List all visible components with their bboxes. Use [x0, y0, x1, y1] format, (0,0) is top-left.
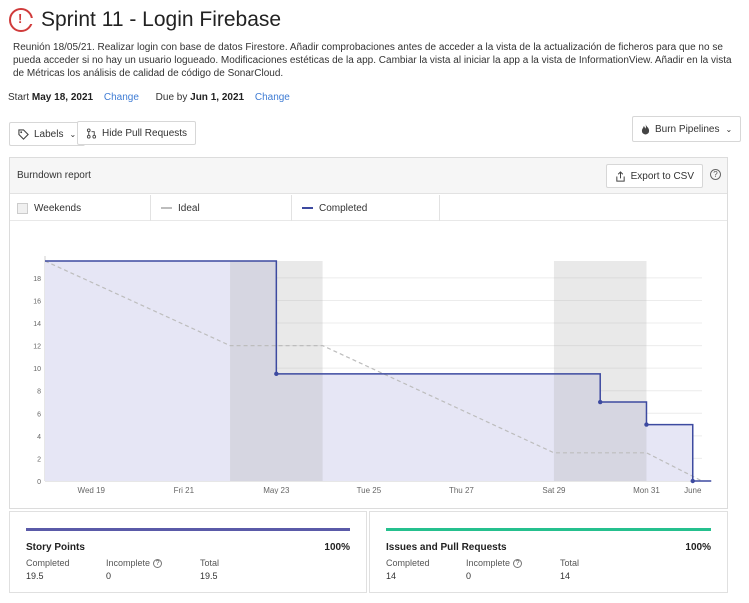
completed-label: Completed	[26, 558, 70, 568]
chevron-down-icon: ⌄	[69, 129, 77, 139]
completed-point	[690, 478, 695, 484]
ideal-swatch	[161, 207, 172, 209]
total-label: Total	[200, 558, 220, 568]
weekend-band	[553, 261, 647, 481]
hide-pull-requests-label: Hide Pull Requests	[102, 127, 188, 139]
burndown-chart: 0 2 4 6 8 10 12 14 16 18 Wed 19 Fri 21 May 23 Tue 25 T…	[33, 256, 712, 494]
completed-point	[598, 399, 603, 405]
start-label: Start	[8, 92, 30, 103]
total-value: 19.5	[200, 571, 218, 581]
y-tick-label: 14	[33, 321, 41, 328]
incomplete-label-wrap: Incomplete?	[106, 558, 163, 568]
issues-progress-bar	[386, 528, 711, 531]
sprint-alert-icon: !	[9, 8, 35, 32]
card-title: Issues and Pull Requests	[386, 542, 507, 553]
sprint-header: ! Sprint 11 - Login Firebase	[9, 8, 281, 32]
total-label: Total	[560, 558, 580, 568]
story-points-progress-bar	[26, 528, 350, 531]
story-points-card: Story Points 100% Completed Incomplete? …	[9, 511, 367, 593]
labels-button-label: Labels	[34, 128, 64, 140]
sprint-description: Reunión 18/05/21. Realizar login con bas…	[13, 42, 732, 79]
legend-ideal[interactable]: Ideal	[151, 195, 292, 221]
legend-ideal-label: Ideal	[178, 202, 200, 214]
x-tick-label: Wed 19	[78, 486, 106, 494]
burn-pipelines-label: Burn Pipelines	[655, 123, 720, 135]
x-tick-label: May 23	[263, 486, 290, 494]
y-tick-label: 0	[37, 479, 41, 486]
completed-point	[644, 422, 649, 427]
completed-point	[274, 371, 279, 377]
card-percent: 100%	[685, 542, 711, 553]
export-icon	[615, 170, 625, 182]
burndown-title: Burndown report	[17, 170, 91, 181]
change-start-link[interactable]: Change	[104, 92, 139, 103]
page-title: Sprint 11 - Login Firebase	[41, 8, 282, 31]
help-icon[interactable]: ?	[153, 559, 163, 568]
legend-completed-label: Completed	[319, 202, 368, 214]
hide-pull-requests-button[interactable]: Hide Pull Requests	[77, 121, 197, 145]
y-tick-label: 10	[33, 366, 41, 373]
incomplete-label: Incomplete	[106, 558, 151, 568]
due-label: Due by	[155, 92, 188, 103]
flame-icon	[641, 123, 650, 134]
change-due-link[interactable]: Change	[255, 92, 290, 103]
completed-swatch	[302, 207, 313, 209]
issues-card: Issues and Pull Requests 100% Completed …	[369, 511, 728, 593]
pull-request-icon	[86, 127, 97, 139]
y-tick-label: 4	[37, 434, 41, 441]
card-percent: 100%	[324, 542, 350, 553]
sprint-dates: Start May 18, 2021 Change Due by Jun 1, …	[8, 92, 290, 103]
completed-value: 19.5	[26, 571, 44, 581]
x-tick-label: Fri 21	[174, 486, 195, 494]
help-icon[interactable]: ?	[513, 559, 523, 568]
weekends-swatch	[17, 202, 28, 214]
export-csv-button[interactable]: Export to CSV	[605, 164, 703, 188]
y-tick-label: 8	[37, 389, 41, 396]
y-tick-label: 12	[33, 344, 41, 351]
help-icon[interactable]: ?	[710, 169, 721, 180]
incomplete-value: 0	[106, 571, 112, 581]
legend-completed[interactable]: Completed	[292, 195, 440, 221]
x-tick-label: Mon 31	[633, 486, 660, 494]
y-tick-label: 2	[37, 456, 41, 463]
burndown-panel: Burndown report Export to CSV ? Weekends…	[9, 157, 728, 509]
completed-label: Completed	[386, 558, 430, 568]
y-tick-label: 16	[33, 298, 41, 305]
legend-weekends-label: Weekends	[34, 202, 82, 214]
incomplete-label-wrap: Incomplete?	[466, 558, 523, 568]
card-title: Story Points	[26, 542, 85, 553]
completed-value: 14	[386, 571, 397, 581]
burn-pipelines-button[interactable]: Burn Pipelines ⌄	[632, 116, 742, 142]
labels-button[interactable]: Labels ⌄	[9, 122, 86, 146]
incomplete-label: Incomplete	[466, 558, 511, 568]
x-tick-label: Thu 27	[449, 486, 474, 494]
x-tick-label: June	[684, 486, 702, 494]
incomplete-value: 0	[466, 571, 472, 581]
chart-legend: Weekends Ideal Completed	[10, 195, 727, 221]
start-date: May 18, 2021	[31, 92, 94, 103]
export-csv-label: Export to CSV	[630, 170, 694, 182]
x-tick-label: Sat 29	[542, 486, 566, 494]
tag-icon	[18, 128, 29, 140]
legend-weekends[interactable]: Weekends	[10, 195, 151, 221]
y-tick-label: 18	[33, 276, 41, 283]
x-tick-label: Tue 25	[357, 486, 382, 494]
total-value: 14	[560, 571, 571, 581]
chevron-down-icon: ⌄	[725, 124, 733, 134]
y-tick-label: 6	[37, 411, 41, 418]
due-date: Jun 1, 2021	[190, 92, 245, 103]
